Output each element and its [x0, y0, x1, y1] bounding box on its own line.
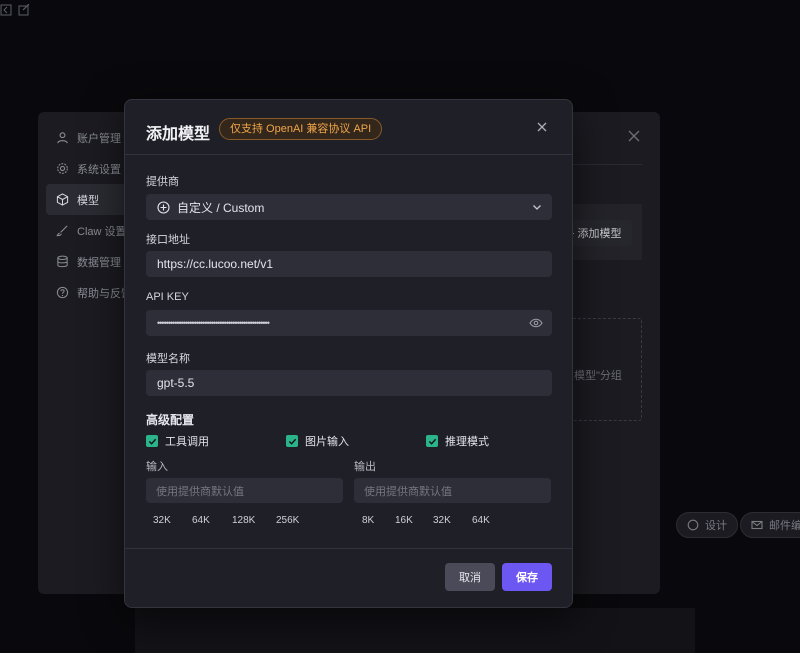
window-controls [0, 3, 30, 16]
checkbox-label: 工具调用 [165, 436, 209, 448]
input-limit-field[interactable]: 使用提供商默认值 [146, 478, 343, 503]
dialog-title: 添加模型 [146, 126, 211, 143]
background-footer [135, 608, 695, 653]
input-preset-128k[interactable]: 128K [232, 515, 255, 526]
plus-circle-icon [157, 200, 170, 214]
endpoint-input[interactable]: https://cc.lucoo.net/v1 [146, 251, 552, 277]
chip-mail[interactable]: 邮件编 [740, 512, 800, 538]
input-limit-label: 输入 [146, 461, 168, 473]
sidebar-item-label: 账户管理 [77, 132, 121, 145]
sidebar-item-label: Claw 设置 [77, 225, 127, 238]
api-key-input[interactable]: ••••••••••••••••••••••••••••••••••••••••… [146, 310, 552, 336]
image-input-checkbox[interactable]: 图片输入 [286, 433, 349, 449]
help-icon [56, 286, 69, 299]
endpoint-label: 接口地址 [146, 234, 190, 246]
output-preset-16k[interactable]: 16K [395, 515, 413, 526]
advanced-title: 高级配置 [146, 413, 195, 427]
provider-value: 自定义 / Custom [177, 200, 265, 215]
cancel-button[interactable]: 取消 [445, 563, 495, 591]
input-preset-32k[interactable]: 32K [153, 515, 171, 526]
sidebar-item-label: 系统设置 [77, 163, 121, 176]
output-preset-64k[interactable]: 64K [472, 515, 490, 526]
chat-icon [687, 519, 699, 531]
provider-select[interactable]: 自定义 / Custom [146, 194, 552, 220]
checkbox-checked-icon [286, 435, 298, 447]
chip-label: 邮件编 [769, 520, 800, 532]
sidebar-item-label: 数据管理 [77, 256, 121, 269]
provider-label: 提供商 [146, 176, 179, 188]
output-limit-placeholder: 使用提供商默认值 [364, 485, 452, 498]
model-name-input[interactable]: gpt-5.5 [146, 370, 552, 396]
eye-icon[interactable] [529, 317, 543, 329]
input-preset-64k[interactable]: 64K [192, 515, 210, 526]
edit-icon[interactable] [18, 3, 30, 16]
output-preset-8k[interactable]: 8K [362, 515, 374, 526]
add-model-dialog: 添加模型 仅支持 OpenAI 兼容协议 API 提供商 自定义 / Custo… [124, 99, 573, 608]
chip-design[interactable]: 设计 [676, 512, 738, 538]
footer-divider [125, 548, 572, 549]
dialog-header: 添加模型 仅支持 OpenAI 兼容协议 API [125, 100, 572, 155]
database-icon [57, 255, 68, 268]
api-key-masked: ••••••••••••••••••••••••••••••••••••••••… [157, 318, 270, 328]
output-limit-field[interactable]: 使用提供商默认值 [354, 478, 551, 503]
checkbox-checked-icon [426, 435, 438, 447]
chevron-down-icon [533, 205, 541, 210]
compat-badge: 仅支持 OpenAI 兼容协议 API [219, 118, 383, 140]
close-icon[interactable] [628, 130, 640, 142]
close-icon[interactable] [537, 122, 547, 132]
gear-icon [57, 163, 68, 174]
checkbox-checked-icon [146, 435, 158, 447]
user-icon [57, 132, 68, 144]
tool-call-checkbox[interactable]: 工具调用 [146, 433, 209, 449]
output-limit-label: 输出 [354, 461, 376, 473]
input-preset-256k[interactable]: 256K [276, 515, 299, 526]
model-name-value: gpt-5.5 [157, 376, 195, 390]
api-key-label: API KEY [146, 291, 189, 303]
mail-icon [751, 520, 763, 530]
endpoint-value: https://cc.lucoo.net/v1 [157, 257, 274, 271]
back-icon[interactable] [0, 3, 12, 16]
output-preset-32k[interactable]: 32K [433, 515, 451, 526]
checkbox-label: 推理模式 [445, 436, 489, 448]
model-name-label: 模型名称 [146, 353, 190, 365]
chip-label: 设计 [705, 520, 727, 532]
input-limit-placeholder: 使用提供商默认值 [156, 485, 244, 498]
checkbox-label: 图片输入 [305, 436, 349, 448]
model-group-dropzone[interactable]: 模型"分组 [565, 318, 642, 421]
brush-icon [56, 225, 68, 237]
save-button[interactable]: 保存 [502, 563, 552, 591]
sidebar-item-label: 模型 [77, 194, 99, 207]
cube-icon [56, 193, 69, 206]
reasoning-checkbox[interactable]: 推理模式 [426, 433, 489, 449]
